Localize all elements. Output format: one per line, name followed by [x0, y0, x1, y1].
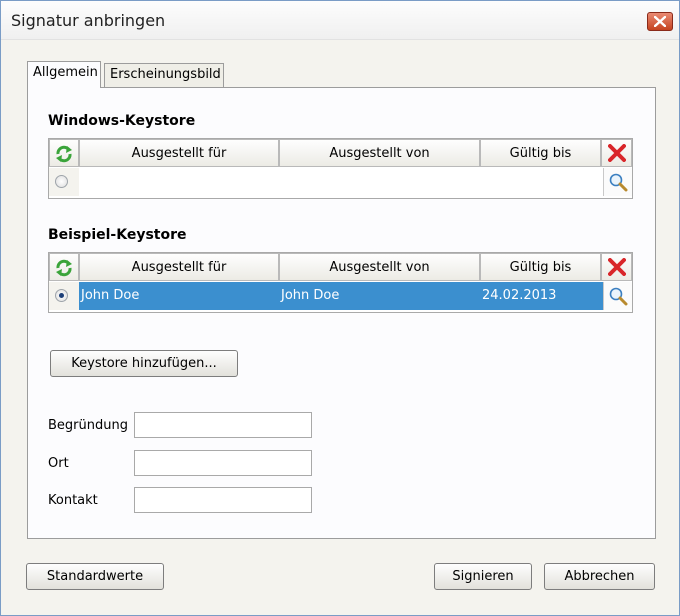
refresh-icon [56, 145, 72, 163]
close-button[interactable] [647, 12, 673, 31]
magnifier-icon [609, 287, 628, 306]
refresh-button[interactable] [49, 253, 79, 281]
windows-keystore-table: Ausgestellt für Ausgestellt von Gültig b… [48, 138, 633, 199]
row-select-cell [49, 168, 79, 196]
table-row[interactable]: John Doe John Doe 24.02.2013 [49, 282, 632, 310]
example-keystore-title: Beispiel-Keystore [48, 227, 187, 243]
reason-label: Begründung [48, 418, 128, 433]
column-header-issued-to[interactable]: Ausgestellt für [79, 139, 279, 167]
magnifier-icon [609, 173, 628, 192]
refresh-icon [56, 259, 72, 277]
contact-label: Kontakt [48, 493, 98, 508]
view-certificate-button[interactable] [603, 168, 632, 196]
cell-issued-to: John Doe [81, 288, 140, 303]
sign-button[interactable]: Signieren [434, 563, 532, 590]
delete-button[interactable] [601, 253, 632, 281]
table-header: Ausgestellt für Ausgestellt von Gültig b… [49, 253, 632, 282]
example-keystore-table: Ausgestellt für Ausgestellt von Gültig b… [48, 252, 633, 313]
reason-input[interactable] [134, 412, 312, 438]
add-keystore-button[interactable]: Keystore hinzufügen... [50, 350, 238, 377]
delete-icon [608, 144, 626, 162]
refresh-button[interactable] [49, 139, 79, 167]
tab-panel-allgemein: Windows-Keystore Ausgestellt für Ausgest… [27, 87, 656, 539]
location-label: Ort [48, 456, 69, 471]
cancel-button[interactable]: Abbrechen [544, 563, 655, 590]
row-radio[interactable] [55, 175, 68, 188]
table-row[interactable] [49, 168, 632, 196]
tab-erscheinungsbild[interactable]: Erscheinungsbild [104, 63, 224, 87]
delete-button[interactable] [601, 139, 632, 167]
location-input[interactable] [134, 450, 312, 476]
window-title: Signatur anbringen [11, 11, 166, 30]
delete-icon [608, 258, 626, 276]
column-header-valid-until[interactable]: Gültig bis [480, 253, 601, 281]
column-header-issued-by[interactable]: Ausgestellt von [279, 139, 480, 167]
column-header-issued-by[interactable]: Ausgestellt von [279, 253, 480, 281]
defaults-button[interactable]: Standardwerte [26, 563, 164, 590]
contact-input[interactable] [134, 487, 312, 513]
row-select-cell [49, 282, 79, 310]
windows-keystore-title: Windows-Keystore [48, 113, 196, 129]
view-certificate-button[interactable] [603, 282, 632, 310]
close-icon [654, 16, 666, 27]
title-bar: Signatur anbringen [1, 1, 679, 40]
column-header-issued-to[interactable]: Ausgestellt für [79, 253, 279, 281]
tab-allgemein[interactable]: Allgemein [27, 61, 101, 88]
row-radio[interactable] [55, 289, 68, 302]
cell-issued-by: John Doe [281, 288, 340, 303]
dialog-window: Signatur anbringen Allgemein Erscheinung… [0, 0, 680, 616]
column-header-valid-until[interactable]: Gültig bis [480, 139, 601, 167]
cell-valid-until: 24.02.2013 [482, 288, 557, 303]
table-header: Ausgestellt für Ausgestellt von Gültig b… [49, 139, 632, 168]
